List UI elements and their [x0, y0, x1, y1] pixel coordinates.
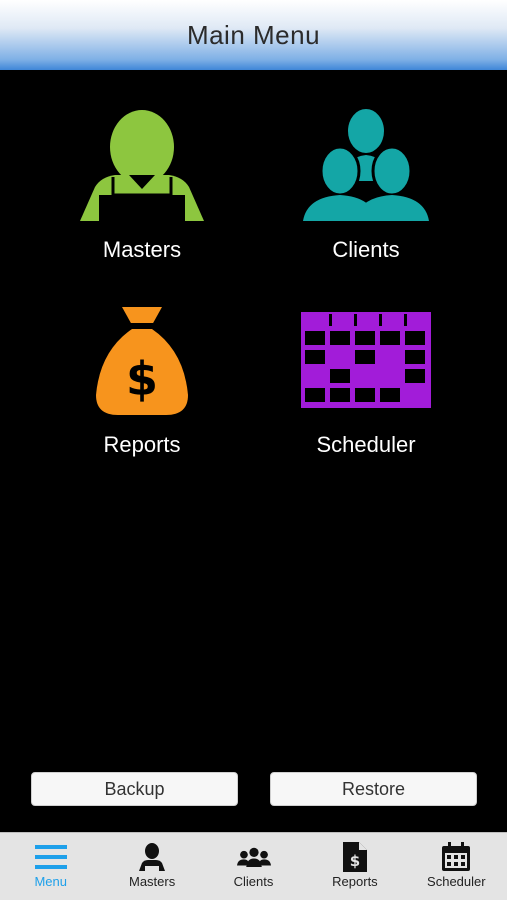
reports-label: Reports: [103, 432, 181, 457]
scheduler-tile[interactable]: Scheduler: [266, 300, 466, 475]
page-title: Main Menu: [186, 19, 321, 50]
app-header: Main Menu: [0, 0, 507, 70]
clients-tile[interactable]: Clients: [266, 105, 466, 280]
dollar-document-icon: $: [338, 842, 372, 872]
tab-scheduler-label: Scheduler: [427, 874, 486, 889]
backup-button[interactable]: Backup: [31, 772, 238, 806]
svg-text:$: $: [350, 852, 360, 870]
scheduler-label: Scheduler: [316, 432, 416, 457]
calendar-grid-icon: [296, 300, 436, 420]
bottom-tab-bar: Menu Masters Clients $ Reports Scheduler: [0, 832, 507, 900]
reports-tile[interactable]: $ Reports: [42, 300, 242, 475]
tab-reports[interactable]: $ Reports: [304, 833, 405, 900]
hamburger-menu-icon: [34, 842, 68, 872]
tab-reports-label: Reports: [332, 874, 378, 889]
person-icon: [135, 842, 169, 872]
tab-menu-label: Menu: [34, 874, 67, 889]
svg-text:$: $: [126, 352, 158, 406]
clients-group-icon: [296, 105, 436, 225]
master-person-icon: [72, 105, 212, 225]
tab-clients[interactable]: Clients: [203, 833, 304, 900]
people-group-icon: [236, 842, 271, 872]
tab-masters-label: Masters: [128, 874, 176, 889]
tab-scheduler[interactable]: Scheduler: [406, 833, 507, 900]
tab-masters[interactable]: Masters: [101, 833, 202, 900]
clients-label: Clients: [332, 237, 400, 262]
masters-tile[interactable]: Masters: [42, 105, 242, 280]
tab-menu[interactable]: Menu: [0, 833, 101, 900]
money-bag-icon: $: [72, 300, 212, 420]
tab-clients-label: Clients: [233, 874, 274, 889]
masters-label: Masters: [102, 237, 182, 262]
calendar-icon: [439, 842, 473, 872]
restore-button[interactable]: Restore: [270, 772, 477, 806]
